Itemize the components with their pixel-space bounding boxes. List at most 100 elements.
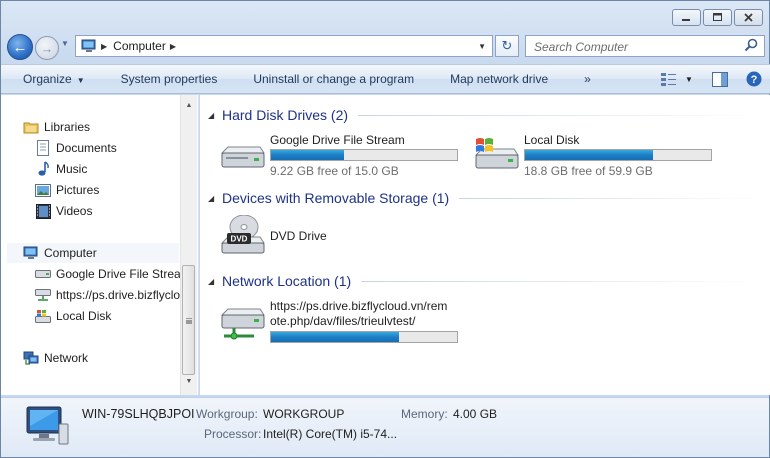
collapse-icon: ◢ xyxy=(208,276,215,286)
scrollbar-thumb[interactable] xyxy=(182,265,195,375)
preview-pane-button[interactable] xyxy=(711,71,729,87)
preview-pane-icon xyxy=(712,71,728,87)
drive-usage-bar xyxy=(270,149,458,161)
organize-label: Organize xyxy=(23,72,72,86)
network-drive-icon xyxy=(220,308,265,340)
search-icon[interactable] xyxy=(744,38,758,52)
drive-name: DVD Drive xyxy=(270,229,327,243)
drive-network-location[interactable]: https://ps.drive.bizflycloud.vn/rem ote.… xyxy=(218,299,468,347)
breadcrumb-computer[interactable]: Computer xyxy=(113,39,166,53)
nav-google-drive[interactable]: Google Drive File Stream xyxy=(35,264,191,284)
dvd-drive-icon: DVD xyxy=(220,215,265,254)
memory-value: 4.00 GB xyxy=(453,407,498,421)
nav-music-label: Music xyxy=(56,162,88,176)
computer-icon xyxy=(26,406,69,445)
workgroup-value: WORKGROUP xyxy=(263,407,345,421)
drive-name: Local Disk xyxy=(524,133,580,147)
network-icon xyxy=(23,350,39,366)
nav-pictures-label: Pictures xyxy=(56,183,100,197)
nav-libraries[interactable]: Libraries xyxy=(23,117,90,137)
collapse-icon: ◢ xyxy=(208,193,215,203)
computer-icon xyxy=(81,39,97,53)
navigation-scrollbar[interactable]: ▲ ▼ xyxy=(180,95,197,395)
navigation-bar: ← → ▼ ▶ Computer ▶ ▼ ↻ xyxy=(1,31,770,61)
address-history-dropdown[interactable]: ▼ xyxy=(478,42,486,51)
nav-pictures[interactable]: Pictures xyxy=(35,180,99,200)
workgroup-label: Workgroup: xyxy=(196,407,258,421)
search-input[interactable] xyxy=(532,37,736,57)
nav-network-location[interactable]: https://ps.drive.bizflyclo xyxy=(35,285,180,305)
details-pane: WIN-79SLHQBJPOI Workgroup: WORKGROUP Mem… xyxy=(1,397,769,457)
breadcrumb-separator-icon[interactable]: ▶ xyxy=(170,42,176,51)
scroll-up-icon[interactable]: ▲ xyxy=(181,97,197,113)
group-hard-disks[interactable]: ◢ Hard Disk Drives (2) xyxy=(208,104,763,126)
change-view-button[interactable]: ▼ xyxy=(659,71,695,87)
minimize-icon xyxy=(682,18,690,21)
computer-name: WIN-79SLHQBJPOI xyxy=(82,407,195,421)
nav-documents[interactable]: Documents xyxy=(35,138,117,158)
maximize-icon xyxy=(712,13,722,21)
refresh-icon: ↻ xyxy=(501,38,513,53)
nav-music[interactable]: Music xyxy=(35,159,87,179)
documents-icon xyxy=(35,140,51,156)
recent-pages-button[interactable]: ▼ xyxy=(61,39,69,48)
computer-icon xyxy=(23,245,39,261)
uninstall-program-button[interactable]: Uninstall or change a program xyxy=(253,72,428,86)
map-network-drive-button[interactable]: Map network drive xyxy=(450,72,562,86)
nav-network-location-label: https://ps.drive.bizflyclo xyxy=(56,288,181,302)
music-icon xyxy=(35,161,51,177)
hard-drive-icon xyxy=(220,146,265,168)
svg-text:?: ? xyxy=(751,74,758,86)
caption-buttons xyxy=(672,9,763,26)
hard-drive-icon xyxy=(35,266,51,282)
group-removable-title: Devices with Removable Storage (1) xyxy=(222,190,450,206)
nav-network[interactable]: Network xyxy=(23,348,88,368)
help-button[interactable]: ? xyxy=(745,71,763,87)
chevron-down-icon: ▼ xyxy=(61,39,69,48)
nav-libraries-label: Libraries xyxy=(44,120,91,134)
scroll-down-icon[interactable]: ▼ xyxy=(181,373,197,389)
processor-value: Intel(R) Core(TM) i5-74... xyxy=(263,427,398,441)
drive-local-disk[interactable]: Local Disk 18.8 GB free of 59.9 GB xyxy=(472,133,722,181)
system-properties-button[interactable]: System properties xyxy=(121,72,232,86)
nav-documents-label: Documents xyxy=(56,141,117,155)
address-bar[interactable]: ▶ Computer ▶ ▼ xyxy=(75,35,493,57)
drive-name: Google Drive File Stream xyxy=(270,133,405,147)
drive-free-space: 9.22 GB free of 15.0 GB xyxy=(270,164,399,178)
group-network-location[interactable]: ◢ Network Location (1) xyxy=(208,270,763,292)
pictures-icon xyxy=(35,182,51,198)
drive-free-space: 18.8 GB free of 59.9 GB xyxy=(524,164,653,178)
drive-google-drive[interactable]: Google Drive File Stream 9.22 GB free of… xyxy=(218,133,468,181)
drive-usage-fill xyxy=(271,332,400,342)
processor-label: Processor: xyxy=(204,427,262,441)
explorer-window: ← → ▼ ▶ Computer ▶ ▼ ↻ Organize ▼ System … xyxy=(0,0,770,458)
forward-arrow-icon: → xyxy=(40,40,54,56)
organize-menu[interactable]: Organize ▼ xyxy=(23,72,99,86)
back-button[interactable]: ← xyxy=(7,34,33,60)
nav-local-disk-label: Local Disk xyxy=(56,309,112,323)
nav-google-drive-label: Google Drive File Stream xyxy=(56,267,191,281)
back-arrow-icon: ← xyxy=(12,38,28,56)
drive-dvd[interactable]: DVD DVD Drive xyxy=(218,215,468,263)
nav-videos[interactable]: Videos xyxy=(35,201,92,221)
nav-network-label: Network xyxy=(44,351,89,365)
group-network-location-title: Network Location (1) xyxy=(222,273,352,289)
forward-button[interactable]: → xyxy=(35,36,59,60)
group-removable[interactable]: ◢ Devices with Removable Storage (1) xyxy=(208,187,763,209)
close-icon xyxy=(743,13,753,22)
svg-text:DVD: DVD xyxy=(231,235,248,244)
maximize-button[interactable] xyxy=(703,9,732,26)
nav-local-disk[interactable]: Local Disk xyxy=(35,306,111,326)
videos-icon xyxy=(35,203,51,219)
breadcrumb-separator-icon[interactable]: ▶ xyxy=(101,42,107,51)
nav-computer[interactable]: Computer xyxy=(7,243,179,263)
drive-usage-bar xyxy=(524,149,712,161)
nav-videos-label: Videos xyxy=(56,204,93,218)
refresh-button[interactable]: ↻ xyxy=(495,35,519,57)
close-button[interactable] xyxy=(734,9,763,26)
group-hard-disks-title: Hard Disk Drives (2) xyxy=(222,107,349,123)
search-box[interactable] xyxy=(525,35,765,57)
chevron-down-icon: ▼ xyxy=(76,76,85,85)
more-commands-button[interactable]: » xyxy=(584,72,605,86)
minimize-button[interactable] xyxy=(672,9,701,26)
